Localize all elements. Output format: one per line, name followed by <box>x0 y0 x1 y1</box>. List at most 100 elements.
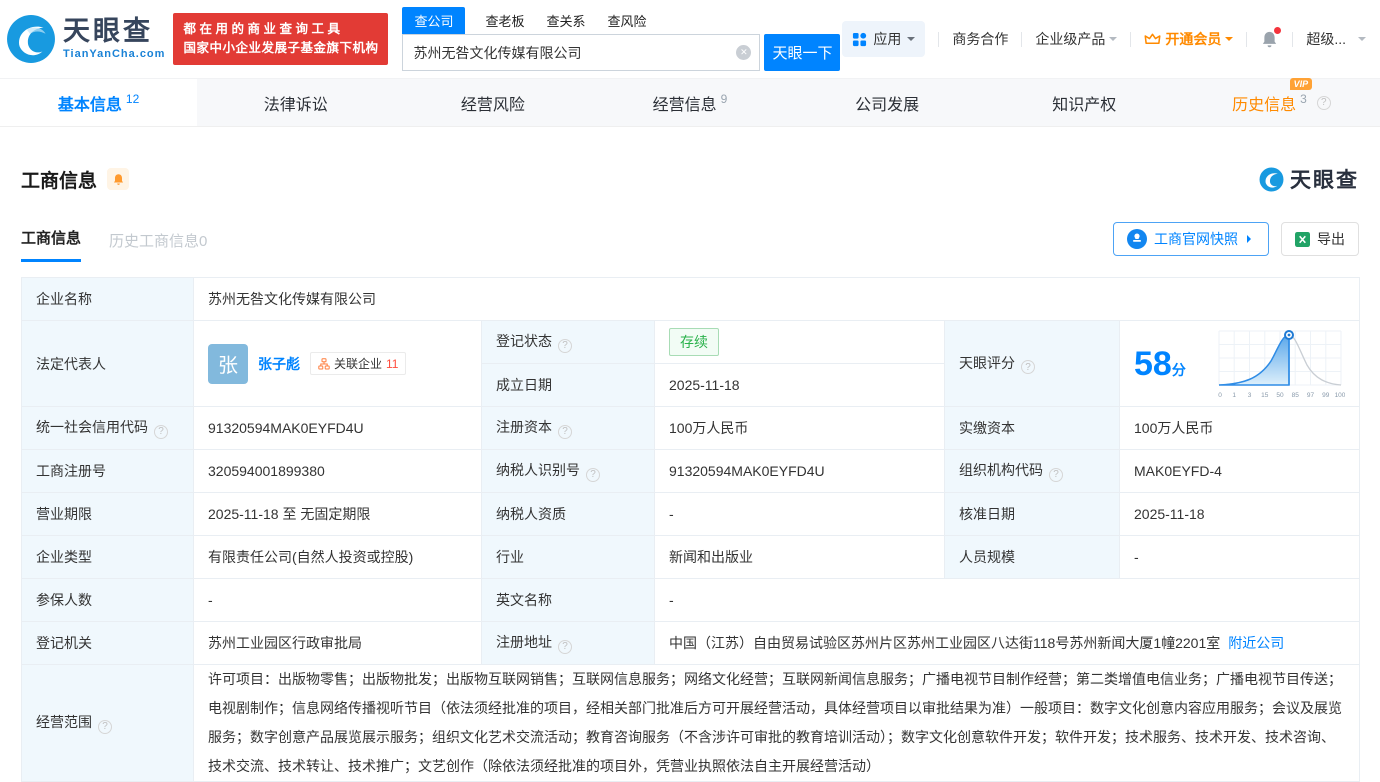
score-label: 天眼评分? <box>945 321 1120 407</box>
user-menu[interactable]: 超级... <box>1306 29 1366 49</box>
nearby-companies-link[interactable]: 附近公司 <box>1228 635 1284 651</box>
table-row: 参保人数 - 英文名称 - <box>22 579 1360 622</box>
chevron-down-icon <box>1109 37 1117 45</box>
open-vip-button[interactable]: 开通会员 <box>1144 29 1233 49</box>
nav-cooperation[interactable]: 商务合作 <box>952 29 1008 49</box>
svg-text:0: 0 <box>1218 392 1222 399</box>
org-chart-icon <box>318 358 330 370</box>
official-snapshot-button[interactable]: 工商官网快照 <box>1113 222 1269 256</box>
tianyancha-logo-icon <box>1259 167 1284 192</box>
insured-count-value: - <box>194 579 482 622</box>
tab-label: 知识产权 <box>1052 91 1116 115</box>
search-tab-boss[interactable]: 查老板 <box>483 7 526 34</box>
svg-text:3: 3 <box>1248 392 1252 399</box>
business-term-label: 营业期限 <box>22 493 194 536</box>
tab-company-development[interactable]: 公司发展 <box>789 79 986 126</box>
stamp-icon <box>1127 229 1147 249</box>
avatar[interactable]: 张 <box>208 344 248 384</box>
help-icon[interactable]: ? <box>558 640 572 654</box>
vip-badge: VIP <box>1290 78 1313 90</box>
business-scope-label: 经营范围? <box>22 665 194 782</box>
status-badge: 存续 <box>669 328 719 356</box>
svg-text:97: 97 <box>1307 392 1315 399</box>
svg-text:15: 15 <box>1261 392 1269 399</box>
tab-history-info[interactable]: 历史信息 VIP 3 ? <box>1183 79 1380 126</box>
company-type-label: 企业类型 <box>22 536 194 579</box>
export-label: 导出 <box>1317 229 1345 249</box>
search-tabs: 查公司 查老板 查关系 查风险 <box>402 7 840 34</box>
tab-basic-info[interactable]: 基本信息 12 <box>0 79 197 126</box>
taxpayer-id-label: 纳税人识别号? <box>482 450 655 493</box>
tab-label: 经营信息 <box>653 91 717 115</box>
related-companies-label: 关联企业 <box>334 355 382 372</box>
tab-count: 9 <box>721 92 728 106</box>
english-name-label: 英文名称 <box>482 579 655 622</box>
tianyancha-logo[interactable]: 天眼查 TianYanCha.com <box>6 14 165 64</box>
tab-label: 历史信息 <box>1232 97 1296 114</box>
legal-rep-cell: 张 张子彪 关联企业 11 <box>208 344 467 384</box>
logo-title: 天眼查 <box>63 18 165 45</box>
tab-operation-info[interactable]: 经营信息 9 <box>591 79 788 126</box>
help-icon[interactable]: ? <box>1049 468 1063 482</box>
divider <box>1246 32 1247 47</box>
related-companies-count: 11 <box>386 357 398 371</box>
legal-rep-label: 法定代表人 <box>22 321 194 407</box>
english-name-value: - <box>655 579 1360 622</box>
reg-authority-value: 苏州工业园区行政审批局 <box>194 622 482 665</box>
taxpayer-id-value: 91320594MAK0EYFD4U <box>655 450 945 493</box>
reg-status-label: 登记状态? <box>482 321 655 364</box>
tab-intellectual-property[interactable]: 知识产权 <box>986 79 1183 126</box>
approval-date-label: 核准日期 <box>945 493 1120 536</box>
related-companies-badge[interactable]: 关联企业 11 <box>310 352 406 375</box>
enterprise-label: 企业级产品 <box>1035 29 1105 49</box>
brand-slogan: 都在用的商业查询工具 国家中小企业发展子基金旗下机构 <box>173 13 388 65</box>
help-icon[interactable]: ? <box>98 720 112 734</box>
chevron-down-icon <box>1225 37 1233 45</box>
reg-address-value: 中国（江苏）自由贸易试验区苏州片区苏州工业园区八达街118号苏州新闻大厦1幢22… <box>655 622 1360 665</box>
score-curve-chart: 0 1 3 15 50 85 97 99 100 <box>1215 327 1345 401</box>
tab-operation-risk[interactable]: 经营风险 <box>394 79 591 126</box>
score-unit: 分 <box>1172 362 1186 378</box>
company-section-tabs: 基本信息 12 法律诉讼 经营风险 经营信息 9 公司发展 知识产权 历史信息 … <box>0 78 1380 127</box>
svg-text:85: 85 <box>1292 392 1300 399</box>
notifications-button[interactable] <box>1260 30 1279 49</box>
tianyan-score-cell: 58分 <box>1134 327 1345 401</box>
help-icon[interactable]: ? <box>1021 360 1035 374</box>
subtab-business-info[interactable]: 工商信息 <box>21 227 81 262</box>
paid-capital-label: 实缴资本 <box>945 407 1120 450</box>
credit-code-value: 91320594MAK0EYFD4U <box>194 407 482 450</box>
help-icon[interactable]: ? <box>586 468 600 482</box>
search-tab-relation[interactable]: 查关系 <box>544 7 587 34</box>
divider <box>938 32 939 47</box>
search-button[interactable]: 天眼一下 <box>764 34 840 71</box>
tab-legal-litigation[interactable]: 法律诉讼 <box>197 79 394 126</box>
export-button[interactable]: 导出 <box>1281 222 1359 256</box>
table-row: 企业名称 苏州无咎文化传媒有限公司 <box>22 278 1360 321</box>
business-scope-value: 许可项目：出版物零售；出版物批发；出版物互联网销售；互联网信息服务；网络文化经营… <box>194 665 1360 782</box>
tab-count: 3 <box>1300 92 1307 106</box>
table-row: 法定代表人 张 张子彪 关联企业 11 <box>22 321 1360 364</box>
apps-menu-button[interactable]: 应用 <box>842 21 925 57</box>
help-icon[interactable]: ? <box>558 339 572 353</box>
insured-count-label: 参保人数 <box>22 579 194 622</box>
search-input[interactable] <box>402 34 760 71</box>
company-type-value: 有限责任公司(自然人投资或控股) <box>194 536 482 579</box>
svg-text:99: 99 <box>1322 392 1330 399</box>
bell-icon <box>112 173 125 186</box>
tab-label: 经营风险 <box>461 91 525 115</box>
search-tab-risk[interactable]: 查风险 <box>606 7 649 34</box>
nav-enterprise-products[interactable]: 企业级产品 <box>1035 29 1117 49</box>
excel-icon <box>1295 232 1310 247</box>
subtab-history-business-info[interactable]: 历史工商信息0 <box>109 230 207 262</box>
reg-capital-label: 注册资本? <box>482 407 655 450</box>
help-icon[interactable]: ? <box>154 425 168 439</box>
subscribe-bell-button[interactable] <box>107 168 129 190</box>
help-icon[interactable]: ? <box>558 425 572 439</box>
search-tab-company[interactable]: 查公司 <box>402 7 465 34</box>
table-row: 营业期限 2025-11-18 至 无固定期限 纳税人资质 - 核准日期 202… <box>22 493 1360 536</box>
slogan-line1: 都在用的商业查询工具 <box>183 20 378 39</box>
legal-rep-name-link[interactable]: 张子彪 <box>258 354 300 374</box>
help-icon[interactable]: ? <box>1317 96 1331 110</box>
chevron-down-icon <box>1358 37 1366 45</box>
tianyancha-watermark: 天眼查 <box>1259 164 1359 194</box>
